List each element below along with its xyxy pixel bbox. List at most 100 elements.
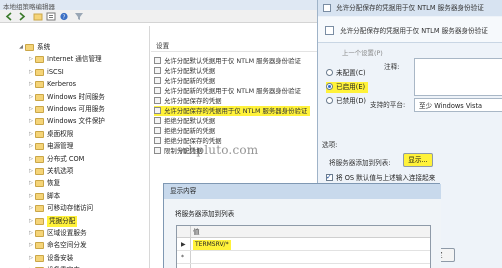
- radio-label: 已禁用(D): [336, 97, 367, 105]
- expand-arrow-icon[interactable]: ▷: [28, 79, 34, 90]
- show-button[interactable]: 显示...: [403, 153, 433, 167]
- tree-item-label: 凭据分配: [47, 215, 78, 227]
- setting-label: 拒绝分配默认凭据: [164, 117, 216, 125]
- value-column-header[interactable]: 值: [193, 226, 200, 238]
- expand-arrow-icon[interactable]: ▷: [28, 104, 34, 115]
- policy-dialog-titlebar: 允许分配保存的凭据用于仅 NTLM 服务器身份验证: [318, 0, 502, 16]
- window-title: 本地组策略编辑器: [0, 0, 330, 10]
- tree-item-label: 桌面权限: [47, 129, 74, 138]
- tree-item-label: 恢复: [47, 179, 61, 188]
- concatenate-defaults-checkbox[interactable]: 将 OS 默认值与上述输入连接起来: [326, 172, 436, 183]
- setting-label: 允许分配默认凭据用于仅 NTLM 服务器身份验证: [164, 57, 301, 65]
- grid-row[interactable]: ▶ TERMSRV/*: [177, 239, 430, 251]
- folder-icon: [25, 44, 34, 51]
- expand-arrow-icon[interactable]: ▷: [28, 253, 34, 264]
- radio-not-configured[interactable]: 未配置(C): [326, 68, 366, 79]
- expand-arrow-icon[interactable]: ▷: [28, 203, 34, 214]
- tree-item-label: 系统: [37, 43, 51, 51]
- comment-label: 注释:: [384, 63, 400, 71]
- folder-icon: [35, 192, 44, 200]
- setting-label: 拒绝分配新的凭据: [164, 127, 216, 135]
- expand-arrow-icon[interactable]: ▷: [28, 141, 34, 152]
- server-list-grid[interactable]: 值 ▶ TERMSRV/* *: [176, 225, 431, 268]
- policy-setting-icon: [154, 77, 161, 84]
- tree-item-label: 可移动存储访问: [47, 204, 94, 213]
- expand-arrow-icon[interactable]: ▷: [28, 228, 34, 239]
- comment-textarea[interactable]: [414, 58, 502, 96]
- setting-row[interactable]: 允许分配保存的凭据用于仅 NTLM 服务器身份验证: [154, 106, 311, 116]
- options-label: 选项:: [322, 141, 338, 149]
- setting-row[interactable]: 允许分配保存的凭据: [154, 96, 222, 106]
- expand-arrow-icon[interactable]: ▷: [28, 67, 34, 78]
- properties-icon[interactable]: [46, 12, 56, 21]
- forward-icon[interactable]: [17, 12, 27, 21]
- setting-row[interactable]: 允许分配新的凭据用于仅 NTLM 服务器身份验证: [154, 86, 301, 96]
- collapse-arrow-icon[interactable]: ◢: [18, 42, 24, 53]
- policy-setting-icon: [154, 117, 161, 124]
- setting-row[interactable]: 拒绝分配新的凭据: [154, 126, 215, 136]
- setting-label: 允许分配保存的凭据: [164, 97, 222, 105]
- grid-header: 值: [177, 226, 430, 238]
- previous-setting-button[interactable]: 上一个设置(P): [342, 47, 402, 59]
- expand-arrow-icon[interactable]: ▷: [28, 92, 34, 103]
- setting-row[interactable]: 允许分配默认凭据: [154, 66, 215, 76]
- policy-heading-area: 允许分配保存的凭据用于仅 NTLM 服务器身份验证: [318, 17, 502, 43]
- show-contents-dialog: 显示内容 将服务器添加到列表 值 ▶ TERMSRV/* *: [163, 183, 441, 268]
- folder-icon: [35, 242, 44, 250]
- policy-setting-icon: [154, 137, 161, 144]
- expand-arrow-icon[interactable]: ▷: [28, 154, 34, 165]
- toolbar: ?: [0, 10, 330, 23]
- policy-tree: ◢ 系统 ▷ Internet 通信管理 ▷ iSCSI ▷ Kerberos ▷ Windows…: [0, 26, 150, 268]
- folder-icon: [35, 106, 44, 113]
- expand-arrow-icon[interactable]: ▷: [28, 178, 34, 189]
- expand-arrow-icon[interactable]: ▷: [28, 116, 34, 127]
- help-icon[interactable]: ?: [59, 12, 69, 21]
- show-dialog-title: 显示内容: [164, 184, 441, 199]
- tree-item-label: 分布式 COM: [47, 154, 85, 163]
- watermark: wbpluto.com: [178, 143, 259, 157]
- radio-enabled[interactable]: 已启用(E): [326, 82, 369, 93]
- policy-heading: 允许分配保存的凭据用于仅 NTLM 服务器身份验证: [340, 27, 488, 35]
- setting-row[interactable]: 允许分配新的凭据: [154, 76, 215, 86]
- show-dialog-body: 将服务器添加到列表 值 ▶ TERMSRV/* *: [164, 199, 441, 268]
- folder-up-icon[interactable]: [33, 12, 43, 21]
- tree-item-label: 电源管理: [47, 142, 74, 151]
- radio-label: 未配置(C): [336, 69, 366, 77]
- grid-row[interactable]: *: [177, 252, 430, 264]
- folder-icon: [35, 118, 44, 126]
- radio-selected-icon: [326, 83, 333, 90]
- policy-dialog-title: 允许分配保存的凭据用于仅 NTLM 服务器身份验证: [336, 4, 484, 12]
- tree-item-label: Kerberos: [47, 80, 77, 89]
- tree-item-label: 命名空间分发: [47, 241, 87, 250]
- checkbox-label: 将 OS 默认值与上述输入连接起来: [336, 174, 436, 182]
- policy-setting-icon: [154, 147, 161, 154]
- tree-item-label: Windows 文件保护: [47, 117, 105, 126]
- expand-arrow-icon[interactable]: ▷: [28, 240, 34, 251]
- folder-icon: [35, 205, 44, 213]
- back-icon[interactable]: [4, 12, 14, 21]
- expand-arrow-icon[interactable]: ▷: [28, 216, 34, 227]
- tree-item-label: 关机选项: [47, 167, 74, 175]
- grid-cell-value[interactable]: TERMSRV/*: [193, 240, 231, 250]
- expand-arrow-icon[interactable]: ▷: [28, 166, 34, 177]
- setting-row[interactable]: 拒绝分配默认凭据: [154, 116, 215, 126]
- folder-icon: [35, 81, 44, 89]
- policy-setting-icon: [154, 87, 161, 94]
- add-servers-label: 将服务器添加到列表:: [329, 159, 391, 167]
- filter-icon[interactable]: [74, 12, 84, 21]
- setting-label: 允许分配默认凭据: [164, 67, 216, 75]
- supported-on-value: 至少 Windows Vista: [414, 98, 502, 112]
- setting-row[interactable]: 允许分配默认凭据用于仅 NTLM 服务器身份验证: [154, 56, 301, 66]
- expand-arrow-icon[interactable]: ▷: [28, 54, 34, 65]
- tree-item-label: 区域设置服务: [47, 229, 87, 237]
- setting-label: 允许分配保存的凭据用于仅 NTLM 服务器身份验证: [164, 107, 308, 115]
- radio-disabled[interactable]: 已禁用(D): [326, 96, 366, 107]
- expand-arrow-icon[interactable]: ▷: [28, 191, 34, 202]
- grid-cell-value[interactable]: [193, 253, 197, 263]
- folder-icon: [35, 130, 44, 138]
- expand-arrow-icon[interactable]: ▷: [28, 129, 34, 140]
- policy-icon: [323, 4, 331, 12]
- folder-icon: [35, 68, 44, 76]
- policy-setting-icon: [154, 67, 161, 74]
- settings-column-header[interactable]: 设置: [151, 40, 331, 52]
